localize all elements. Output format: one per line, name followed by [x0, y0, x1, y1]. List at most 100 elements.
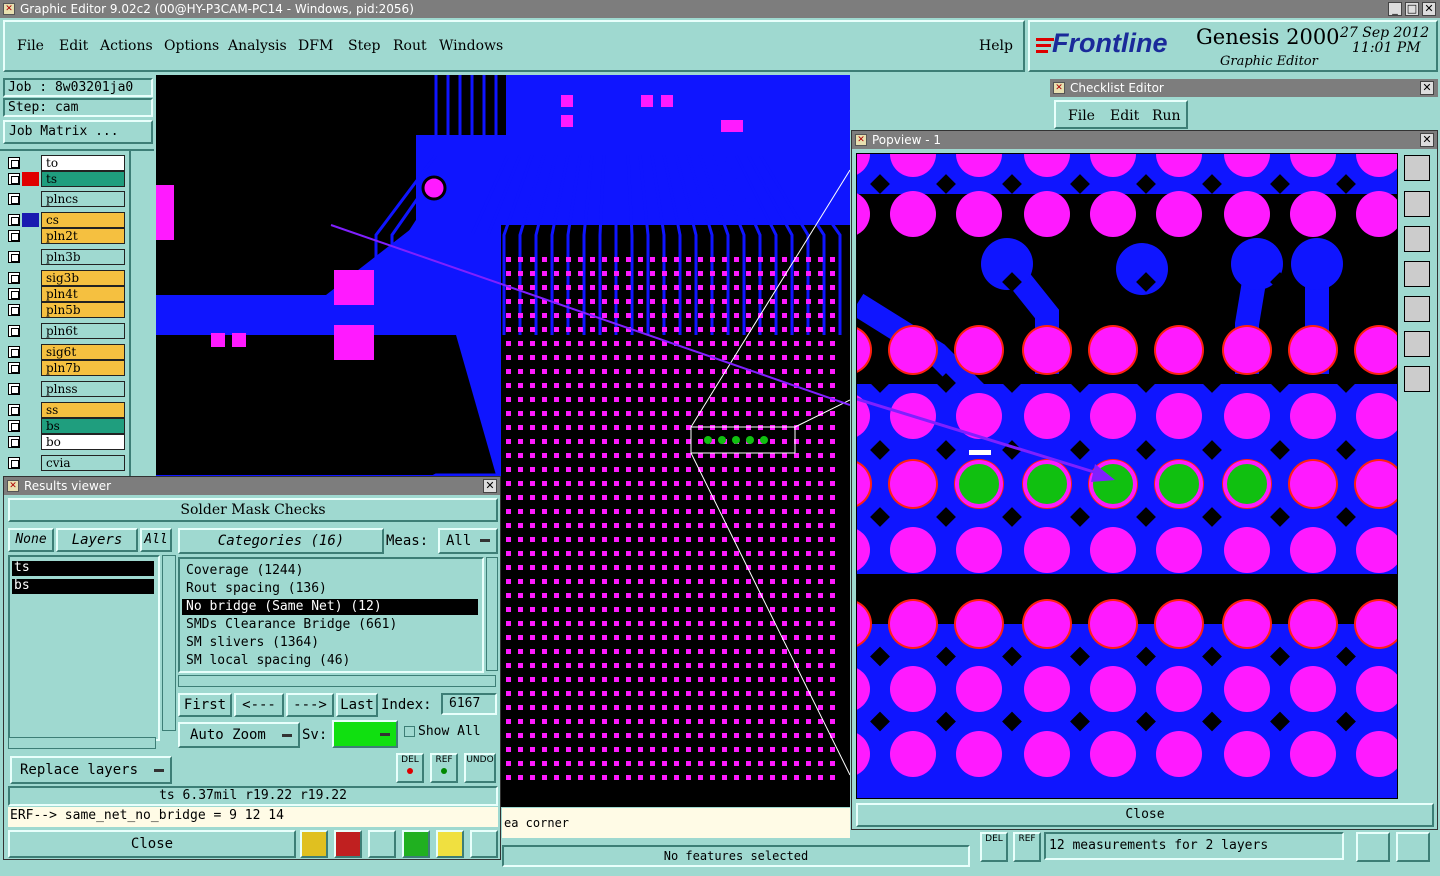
layer-name[interactable]: plnss: [41, 381, 125, 397]
auto-zoom-dropdown[interactable]: Auto Zoom: [178, 722, 300, 748]
layer-row-sig6t[interactable]: sig6t: [5, 344, 125, 360]
menu-help[interactable]: Help: [979, 38, 1013, 54]
layer-checkbox[interactable]: [8, 173, 20, 185]
category-item[interactable]: SM local spacing (46): [182, 653, 478, 669]
undo-button[interactable]: UNDO: [464, 753, 496, 783]
layer-name[interactable]: cs: [41, 212, 125, 228]
maximize-button[interactable]: □: [1405, 2, 1419, 16]
layer-name[interactable]: sig6t: [41, 344, 125, 360]
popview-close-icon[interactable]: ✕: [1420, 133, 1434, 147]
prev-button[interactable]: <---: [234, 693, 284, 717]
layer-name[interactable]: cvia: [41, 455, 125, 471]
pan-left-icon[interactable]: [1404, 261, 1430, 287]
menu-analysis[interactable]: Analysis: [228, 38, 287, 54]
result-layer-vscroll[interactable]: [162, 555, 176, 731]
layer-row-bs[interactable]: bs: [5, 418, 125, 434]
layer-checkbox[interactable]: [8, 436, 20, 448]
layer-row-cvia[interactable]: cvia: [5, 455, 125, 471]
layer-row-pln2t[interactable]: pln2t: [5, 228, 125, 244]
layer-checkbox[interactable]: [8, 404, 20, 416]
del-button[interactable]: DEL: [396, 753, 424, 783]
checklist-menu-file[interactable]: File: [1068, 108, 1095, 124]
layer-name[interactable]: pln6t: [41, 323, 125, 339]
layer-row-bo[interactable]: bo: [5, 434, 125, 450]
zoom-window-icon[interactable]: [1404, 155, 1430, 181]
menu-file[interactable]: File: [17, 38, 44, 54]
layer-checkbox[interactable]: [8, 346, 20, 358]
layers-tab[interactable]: Layers: [56, 528, 138, 552]
layer-checkbox[interactable]: [8, 157, 20, 169]
layer-row-to[interactable]: to: [5, 155, 125, 171]
result-layer-ts[interactable]: ts: [12, 561, 154, 576]
layer-checkbox[interactable]: [8, 214, 20, 226]
layer-name[interactable]: bo: [41, 434, 125, 450]
category-vscroll[interactable]: [486, 557, 498, 671]
close-window-button[interactable]: ✕: [1422, 2, 1436, 16]
layer-checkbox[interactable]: [8, 251, 20, 263]
layers-none-button[interactable]: None: [8, 528, 54, 552]
layer-checkbox[interactable]: [8, 420, 20, 432]
layer-name[interactable]: pln7b: [41, 360, 125, 376]
minimize-button[interactable]: _: [1388, 2, 1402, 16]
results-close-button[interactable]: Close: [8, 830, 296, 858]
ref-button-right[interactable]: REF: [1013, 832, 1041, 862]
menu-dfm[interactable]: DFM: [298, 38, 333, 54]
show-all-checkbox[interactable]: [404, 726, 415, 737]
layer-row-pln4t[interactable]: pln4t: [5, 286, 125, 302]
layer-name[interactable]: pln3b: [41, 249, 125, 265]
layer-row-pln6t[interactable]: pln6t: [5, 323, 125, 339]
layer-name[interactable]: sig3b: [41, 270, 125, 286]
result-layer-hscroll[interactable]: [8, 737, 156, 749]
result-layer-bs[interactable]: bs: [12, 579, 154, 594]
layer-row-ts[interactable]: ts: [5, 171, 125, 187]
layer-checkbox[interactable]: [8, 383, 20, 395]
layer-row-pln3b[interactable]: pln3b: [5, 249, 125, 265]
index-input[interactable]: 6167: [441, 693, 497, 715]
category-item[interactable]: Coverage (1244): [182, 563, 478, 579]
category-hscroll[interactable]: [178, 675, 496, 687]
sv-color-dropdown[interactable]: [332, 720, 398, 748]
layer-name[interactable]: ts: [41, 171, 125, 187]
layer-checkbox[interactable]: [8, 230, 20, 242]
checklist-close-icon[interactable]: ✕: [1420, 81, 1434, 95]
layer-name[interactable]: to: [41, 155, 125, 171]
pan-right-icon[interactable]: [1404, 296, 1430, 322]
menu-edit[interactable]: Edit: [59, 38, 88, 54]
category-item[interactable]: No bridge (Same Net) (12): [182, 599, 478, 615]
layer-row-sig3b[interactable]: sig3b: [5, 270, 125, 286]
layer-checkbox[interactable]: [8, 457, 20, 469]
record-icon[interactable]: [334, 830, 362, 858]
checklist-menu-edit[interactable]: Edit: [1110, 108, 1139, 124]
layer-name[interactable]: pln2t: [41, 228, 125, 244]
layer-checkbox[interactable]: [8, 193, 20, 205]
results-close-icon[interactable]: ✕: [483, 479, 497, 493]
category-item[interactable]: SM slivers (1364): [182, 635, 478, 651]
checklist-menu-run[interactable]: Run: [1152, 108, 1181, 124]
layer-name[interactable]: pln4t: [41, 286, 125, 302]
ref-button[interactable]: REF: [430, 753, 458, 783]
layers-all-button[interactable]: All: [140, 528, 172, 552]
job-matrix-button[interactable]: Job Matrix ...: [3, 120, 153, 144]
meas-dropdown[interactable]: All: [438, 528, 498, 554]
layer-checkbox[interactable]: [8, 272, 20, 284]
chart-icon-a[interactable]: [1356, 832, 1390, 862]
compare-icon[interactable]: [402, 830, 430, 858]
report-icon[interactable]: [436, 830, 464, 858]
layer-name[interactable]: plncs: [41, 191, 125, 207]
delete-record-icon[interactable]: [368, 830, 396, 858]
layer-row-cs[interactable]: cs: [5, 212, 125, 228]
histogram-icon[interactable]: [470, 830, 498, 858]
first-button[interactable]: First: [178, 693, 232, 717]
layer-name[interactable]: bs: [41, 418, 125, 434]
layer-checkbox[interactable]: [8, 362, 20, 374]
popview-close-button[interactable]: Close: [856, 803, 1434, 827]
layer-row-ss[interactable]: ss: [5, 402, 125, 418]
category-item[interactable]: SMDs Clearance Bridge (661): [182, 617, 478, 633]
menu-actions[interactable]: Actions: [100, 38, 153, 54]
popview-canvas[interactable]: [856, 153, 1398, 799]
category-item[interactable]: Rout spacing (136): [182, 581, 478, 597]
zoom-view[interactable]: [857, 154, 1398, 799]
menu-rout[interactable]: Rout: [393, 38, 427, 54]
zoom-home-icon[interactable]: [1404, 366, 1430, 392]
layer-checkbox[interactable]: [8, 304, 20, 316]
